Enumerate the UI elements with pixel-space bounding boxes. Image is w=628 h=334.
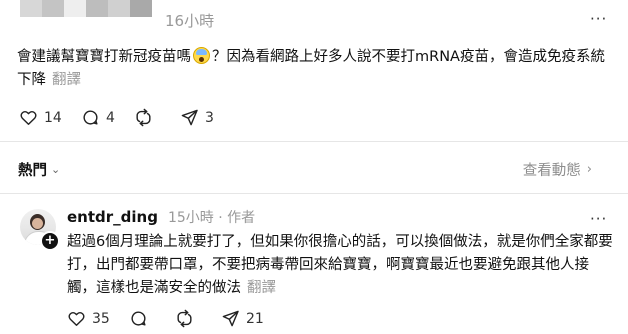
post-comment-count: 4 <box>106 109 115 126</box>
post-like-count: 14 <box>44 109 62 126</box>
divider <box>0 193 628 194</box>
reply-share-button[interactable]: 21 <box>221 309 264 328</box>
author-badge: 作者 <box>227 210 256 226</box>
reply-translate-link[interactable]: 翻譯 <box>247 280 276 296</box>
divider <box>0 141 628 142</box>
reply-repost-button[interactable] <box>175 309 194 328</box>
reply-username[interactable]: entdr_ding <box>67 208 158 226</box>
reply-text: 超過6個月理論上就要打了，但如果你很擔心的話，可以換個做法，就是你們全家都要打，… <box>67 234 613 296</box>
heart-icon <box>20 111 37 125</box>
post-share-count: 3 <box>205 109 214 126</box>
post-translate-link[interactable]: 翻譯 <box>52 72 81 88</box>
repost-icon <box>177 309 192 328</box>
follow-plus-icon[interactable]: + <box>40 231 60 251</box>
comment-icon <box>83 110 98 125</box>
post-text: 會建議幫寶寶打新冠疫苗嗎 <box>17 49 191 65</box>
reply-time-value: 15小時 <box>167 210 214 226</box>
reply-comment-button[interactable] <box>129 309 148 328</box>
reply-like-count: 35 <box>92 310 110 327</box>
reply-like-button[interactable]: 35 <box>67 309 110 328</box>
reply-header: entdr_ding 15小時 · 作者 <box>67 207 255 227</box>
send-icon <box>181 109 198 126</box>
view-activity-label: 查看動態 <box>522 163 581 179</box>
reply-more-icon[interactable]: ··· <box>590 210 607 228</box>
separator: · <box>218 210 223 226</box>
chevron-right-icon: › <box>586 162 592 177</box>
sort-dropdown[interactable]: 熱門 ⌄ <box>18 159 60 180</box>
post-body: 會建議幫寶寶打新冠疫苗嗎 ？因為看網路上好多人說不要打mRNA疫苗，會造成免疫系統… <box>17 46 612 92</box>
reply-share-count: 21 <box>246 310 264 327</box>
reply-body: 超過6個月理論上就要打了，但如果你很擔心的話，可以換個做法，就是你們全家都要打，… <box>67 231 615 300</box>
post-more-icon[interactable]: ··· <box>590 10 607 28</box>
heart-icon <box>68 312 85 326</box>
post-repost-button[interactable] <box>134 108 153 127</box>
post-share-button[interactable]: 3 <box>180 108 214 127</box>
post-timestamp: 16小時 <box>165 12 215 30</box>
sort-label: 熱門 <box>18 163 47 179</box>
comment-icon <box>131 311 146 326</box>
send-icon <box>222 310 239 327</box>
chevron-down-icon: ⌄ <box>51 163 61 176</box>
fearful-face-icon <box>193 47 210 64</box>
post-comment-button[interactable]: 4 <box>81 108 115 127</box>
post-like-button[interactable]: 14 <box>19 108 62 127</box>
reply-timestamp: 15小時 · 作者 <box>168 207 255 227</box>
repost-icon <box>136 108 151 127</box>
view-activity-link[interactable]: 查看動態 › <box>523 159 592 180</box>
